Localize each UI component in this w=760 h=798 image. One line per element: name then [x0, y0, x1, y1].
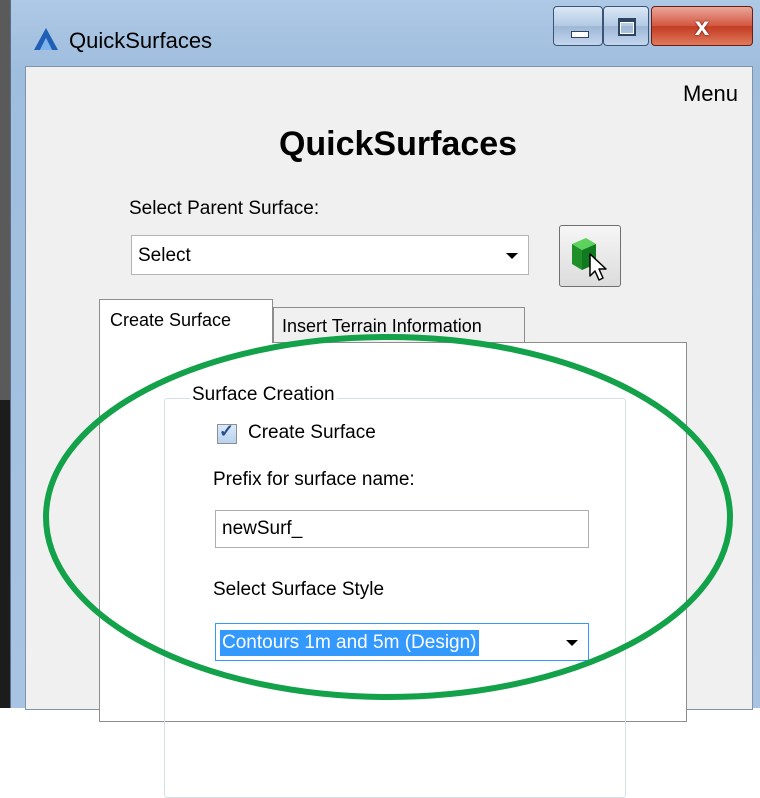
maximize-icon: [618, 18, 636, 36]
tab-insert-terrain-information[interactable]: Insert Terrain Information: [273, 307, 525, 343]
prefix-input[interactable]: [215, 510, 589, 548]
create-surface-checkbox[interactable]: ✓: [217, 421, 237, 444]
page-title: QuickSurfaces: [278, 125, 518, 163]
surface-style-dropdown[interactable]: Contours 1m and 5m (Design): [215, 623, 589, 661]
chevron-down-icon: [506, 253, 518, 259]
title-bar[interactable]: QuickSurfaces x: [11, 0, 760, 66]
prefix-label: Prefix for surface name:: [213, 469, 415, 490]
client-area: Menu QuickSurfaces Select Parent Surface…: [25, 66, 753, 798]
parent-surface-value: Select: [138, 245, 191, 266]
tab-create-surface[interactable]: Create Surface: [99, 299, 273, 343]
close-button[interactable]: x: [651, 6, 753, 46]
parent-surface-label: Select Parent Surface:: [129, 198, 320, 219]
pick-surface-button[interactable]: [559, 225, 621, 287]
close-icon: x: [694, 11, 710, 41]
tab-create-surface-label: Create Surface: [110, 310, 232, 330]
checkmark-icon: ✓: [219, 421, 235, 441]
green-cube-cursor-icon: [572, 238, 607, 281]
chevron-down-icon: [566, 640, 578, 646]
minimize-button[interactable]: [553, 6, 603, 46]
window-title: QuickSurfaces: [69, 28, 213, 53]
surface-creation-title: Surface Creation: [190, 384, 337, 406]
minimize-icon: [571, 31, 589, 38]
parent-surface-dropdown[interactable]: Select: [131, 235, 529, 275]
surface-style-label: Select Surface Style: [213, 579, 385, 600]
surface-style-value: Contours 1m and 5m (Design): [220, 630, 479, 656]
create-surface-panel: Surface Creation ✓ Create Surface Prefix…: [99, 342, 687, 798]
create-surface-label[interactable]: Create Surface: [248, 422, 376, 444]
menu-button[interactable]: Menu: [683, 81, 738, 107]
app-logo-icon: [34, 28, 58, 50]
maximize-button[interactable]: [603, 6, 649, 46]
tab-insert-terrain-label: Insert Terrain Information: [282, 316, 482, 336]
